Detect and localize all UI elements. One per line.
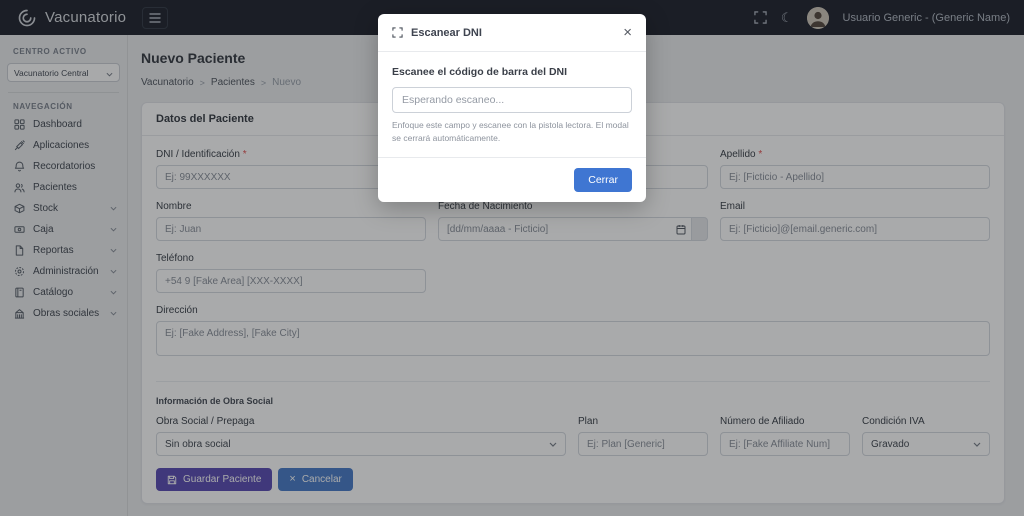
modal-footer: Cerrar: [378, 157, 646, 202]
close-icon[interactable]: ×: [623, 25, 632, 40]
scan-icon: [392, 27, 403, 38]
modal-title: Escanear DNI: [411, 27, 482, 39]
modal-close-button[interactable]: Cerrar: [574, 168, 632, 192]
modal-header: Escanear DNI ×: [378, 14, 646, 52]
app-window: Vacunatorio ☾ Usu: [0, 0, 1024, 516]
scan-input[interactable]: [392, 87, 632, 113]
escanear-dni-modal: Escanear DNI × Escanee el código de barr…: [378, 14, 646, 202]
scan-field-label: Escanee el código de barra del DNI: [392, 66, 632, 78]
modal-body: Escanee el código de barra del DNI Enfoq…: [378, 52, 646, 157]
scan-helper-text: Enfoque este campo y escanee con la pist…: [392, 119, 632, 145]
